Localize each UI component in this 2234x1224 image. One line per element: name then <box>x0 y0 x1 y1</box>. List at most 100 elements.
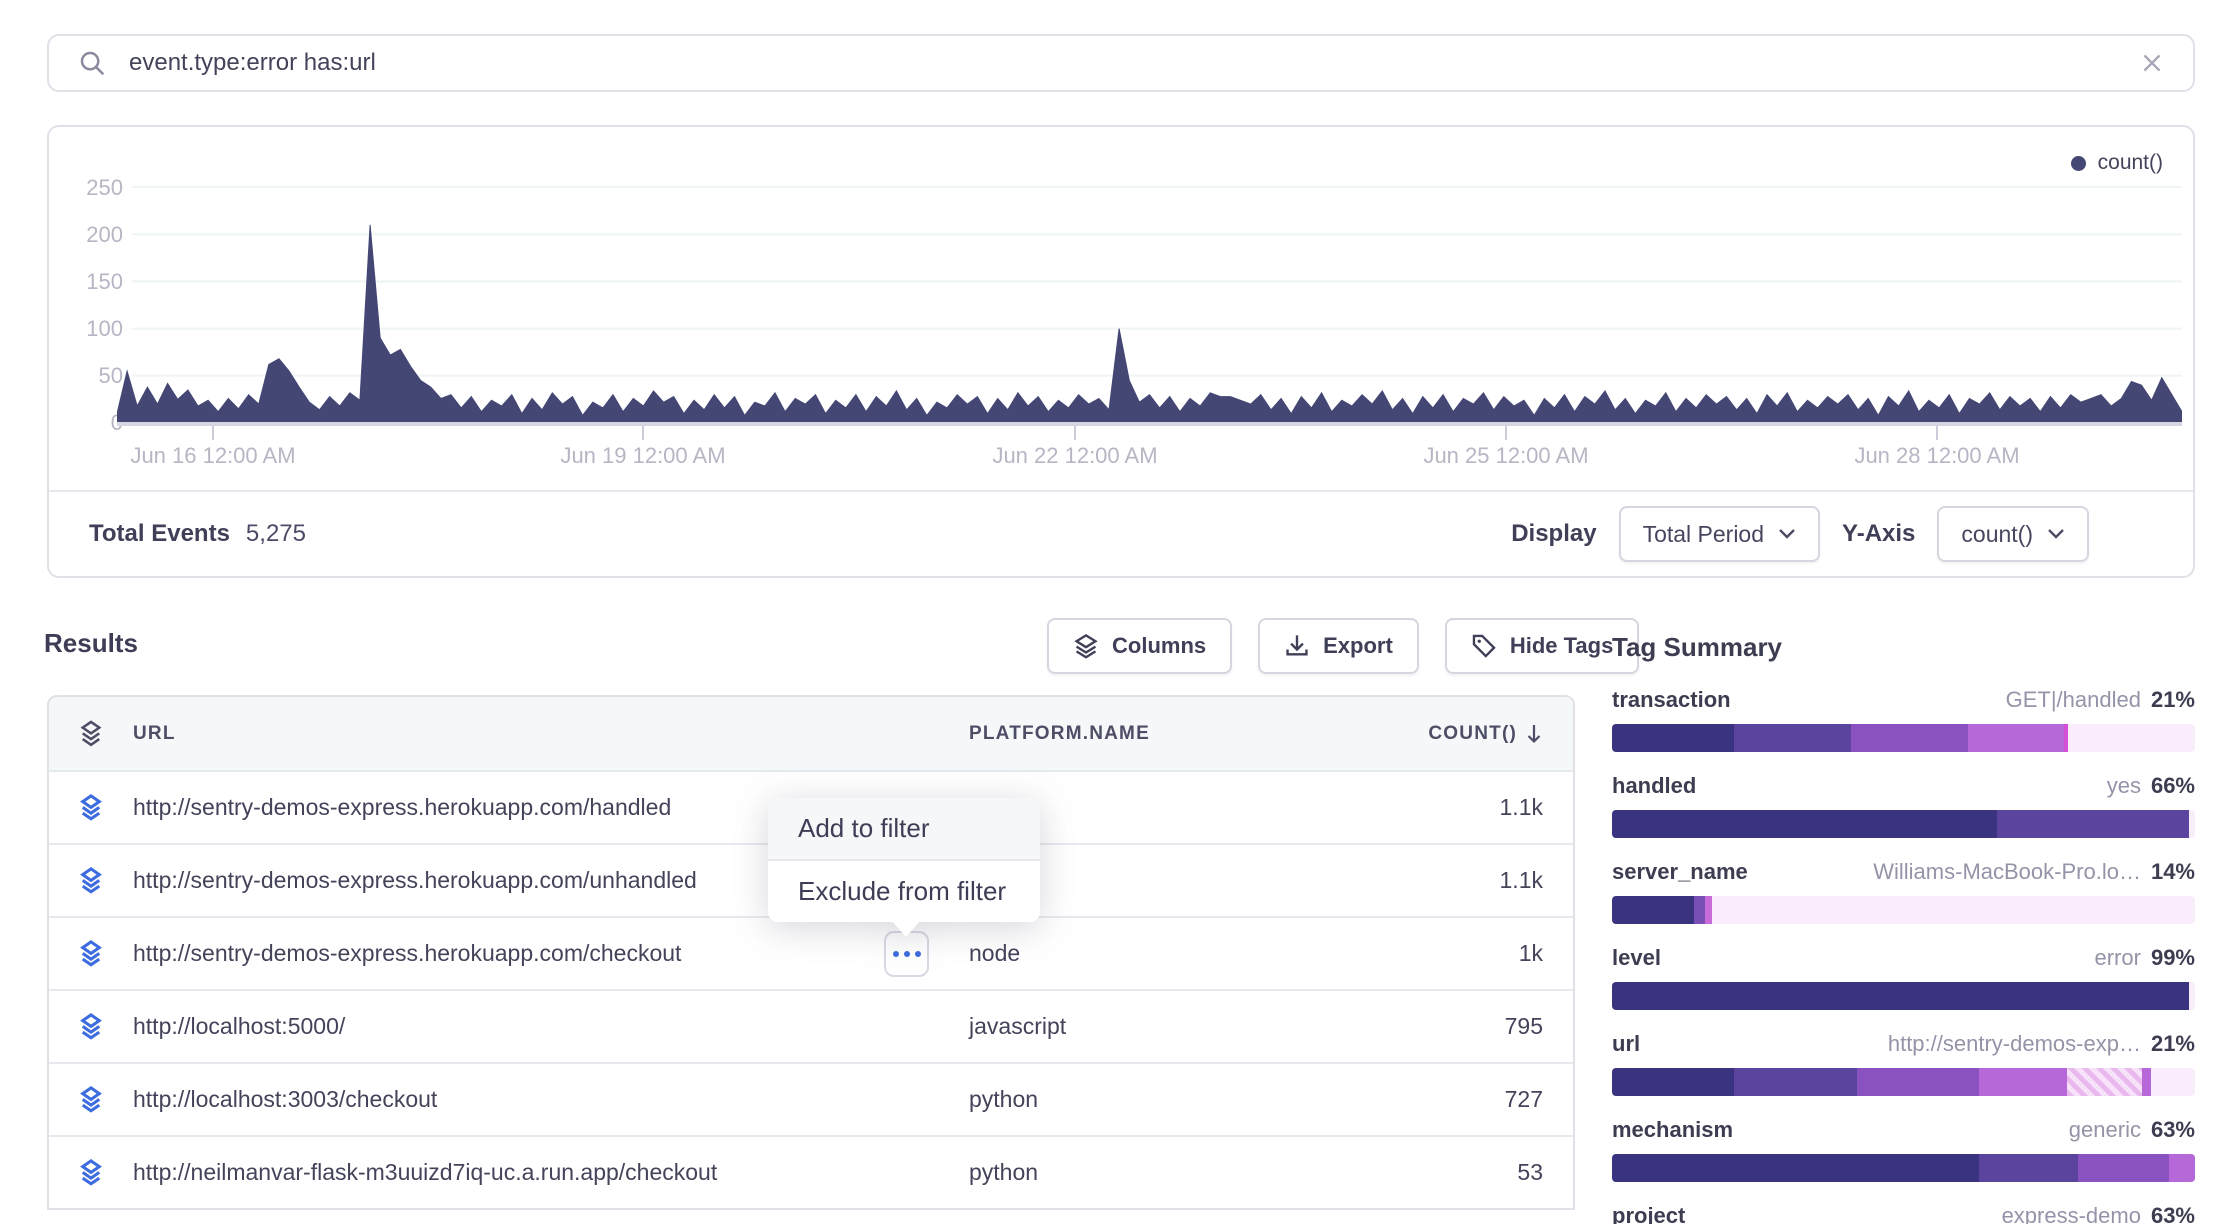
tag-row: mechanism generic 63% <box>1612 1117 2195 1182</box>
columns-button[interactable]: Columns <box>1047 618 1232 674</box>
results-table: URL PLATFORM.NAME COUNT() http://sentry-… <box>47 695 1575 1210</box>
tag-name[interactable]: transaction <box>1612 687 1731 713</box>
download-icon <box>1284 633 1310 659</box>
yaxis-select[interactable]: count() <box>1937 506 2089 562</box>
total-events-label: Total Events <box>89 520 230 548</box>
tag-name[interactable]: url <box>1612 1031 1640 1057</box>
table-row[interactable]: http://localhost:5000/ javascript 795 <box>49 989 1573 1062</box>
tag-top-percent: 63% <box>2151 1117 2195 1143</box>
stack-icon <box>49 1013 133 1041</box>
hide-tags-button[interactable]: Hide Tags <box>1445 618 1640 674</box>
tag-bar-segment <box>1997 810 2189 838</box>
stack-icon <box>49 1159 133 1187</box>
export-button[interactable]: Export <box>1258 618 1419 674</box>
tag-bar-segment <box>1694 896 1706 924</box>
context-menu-item[interactable]: Exclude from filter <box>768 861 1040 922</box>
tag-name[interactable]: project <box>1612 1203 1685 1224</box>
y-tick: 100 <box>63 316 123 342</box>
tag-row: handled yes 66% <box>1612 773 2195 838</box>
tag-bar-segment <box>2064 724 2069 752</box>
url-cell[interactable]: http://localhost:3003/checkout <box>133 1086 969 1113</box>
tag-name[interactable]: level <box>1612 945 1661 971</box>
count-header-label: COUNT() <box>1428 723 1517 745</box>
results-title: Results <box>44 628 138 659</box>
tag-summary-title: Tag Summary <box>1612 632 2195 663</box>
display-label: Display <box>1511 520 1596 548</box>
search-bar[interactable]: event.type:error has:url <box>47 34 2195 92</box>
dot-icon <box>915 951 921 957</box>
tag-bar-segment <box>1612 896 1694 924</box>
tag-row: level error 99% <box>1612 945 2195 1010</box>
tag-icon <box>1471 633 1497 659</box>
events-chart-panel: count() 250 200 150 100 50 0 Jun 16 12:0… <box>47 125 2195 578</box>
x-tick: Jun 19 12:00 AM <box>523 443 763 469</box>
count-cell: 53 <box>1333 1159 1573 1186</box>
tag-top-value: http://sentry-demos-exp… <box>1888 1031 2141 1057</box>
url-cell[interactable]: http://sentry-demos-express.herokuapp.co… <box>133 940 969 967</box>
tag-bar-segment <box>2078 1154 2168 1182</box>
tag-distribution-bar[interactable] <box>1612 724 2195 752</box>
search-icon <box>77 48 107 78</box>
tag-row: url http://sentry-demos-exp… 21% <box>1612 1031 2195 1096</box>
tag-bar-segment <box>2067 1068 2143 1096</box>
x-tick: Jun 28 12:00 AM <box>1817 443 2057 469</box>
sort-desc-icon <box>1525 723 1543 745</box>
discover-page: event.type:error has:url count() 250 200… <box>0 0 2234 1224</box>
x-axis-ticks <box>213 426 1937 440</box>
chevron-down-icon <box>2047 528 2065 540</box>
export-button-label: Export <box>1323 633 1393 659</box>
dot-icon <box>904 951 910 957</box>
tag-bar-segment <box>2169 1154 2195 1182</box>
x-tick: Jun 25 12:00 AM <box>1386 443 1626 469</box>
tag-summary-panel: Tag Summary transaction GET|/handled 21%… <box>1612 632 2195 1224</box>
tag-top-percent: 99% <box>2151 945 2195 971</box>
display-select[interactable]: Total Period <box>1619 506 1820 562</box>
table-row[interactable]: http://localhost:3003/checkout python 72… <box>49 1062 1573 1135</box>
clear-search-icon[interactable] <box>2139 50 2165 76</box>
yaxis-label: Y-Axis <box>1842 520 1915 548</box>
hide-tags-button-label: Hide Tags <box>1510 633 1614 659</box>
cell-context-menu: Add to filter Exclude from filter <box>768 798 1040 922</box>
tag-distribution-bar[interactable] <box>1612 982 2195 1010</box>
tag-top-value: generic <box>2069 1117 2141 1143</box>
tag-top-value: Williams-MacBook-Pro.lo… <box>1873 859 2141 885</box>
tag-bar-segment <box>1979 1068 2066 1096</box>
platform-cell: python <box>969 1086 1333 1113</box>
tag-name[interactable]: mechanism <box>1612 1117 1733 1143</box>
count-cell: 1.1k <box>1333 794 1573 821</box>
stack-icon <box>49 940 133 968</box>
count-cell: 727 <box>1333 1086 1573 1113</box>
tag-bar-segment <box>1705 896 1712 924</box>
tag-name[interactable]: server_name <box>1612 859 1748 885</box>
url-cell[interactable]: http://neilmanvar-flask-m3uuizd7iq-uc.a.… <box>133 1159 969 1186</box>
y-tick: 200 <box>63 222 123 248</box>
column-header-count[interactable]: COUNT() <box>1333 723 1573 745</box>
tag-distribution-bar[interactable] <box>1612 810 2195 838</box>
table-row[interactable]: http://neilmanvar-flask-m3uuizd7iq-uc.a.… <box>49 1135 1573 1208</box>
results-toolbar: Columns Export Hide Tags <box>1047 618 1639 674</box>
table-row[interactable]: http://sentry-demos-express.herokuapp.co… <box>49 916 1573 989</box>
url-cell[interactable]: http://localhost:5000/ <box>133 1013 969 1040</box>
column-header-url[interactable]: URL <box>133 723 969 745</box>
tag-distribution-bar[interactable] <box>1612 896 2195 924</box>
tag-distribution-bar[interactable] <box>1612 1154 2195 1182</box>
chart-gridlines <box>132 187 2182 376</box>
y-tick: 50 <box>63 363 123 389</box>
tag-bar-segment <box>1734 724 1851 752</box>
tag-bar-segment <box>1612 810 1997 838</box>
tag-bar-segment <box>1857 1068 1979 1096</box>
tag-top-value: GET|/handled <box>2006 687 2141 713</box>
y-tick: 250 <box>63 175 123 201</box>
tag-distribution-bar[interactable] <box>1612 1068 2195 1096</box>
tag-bar-segment <box>1612 724 1734 752</box>
column-header-platform[interactable]: PLATFORM.NAME <box>969 723 1333 745</box>
stack-icon <box>49 1086 133 1114</box>
tag-bar-segment <box>1612 982 2189 1010</box>
tag-name[interactable]: handled <box>1612 773 1696 799</box>
context-menu-item[interactable]: Add to filter <box>768 798 1040 861</box>
events-area-chart[interactable] <box>117 152 2182 452</box>
search-query[interactable]: event.type:error has:url <box>129 49 2139 77</box>
tag-top-value: error <box>2095 945 2141 971</box>
cell-actions-button[interactable] <box>884 931 929 977</box>
dot-icon <box>893 951 899 957</box>
